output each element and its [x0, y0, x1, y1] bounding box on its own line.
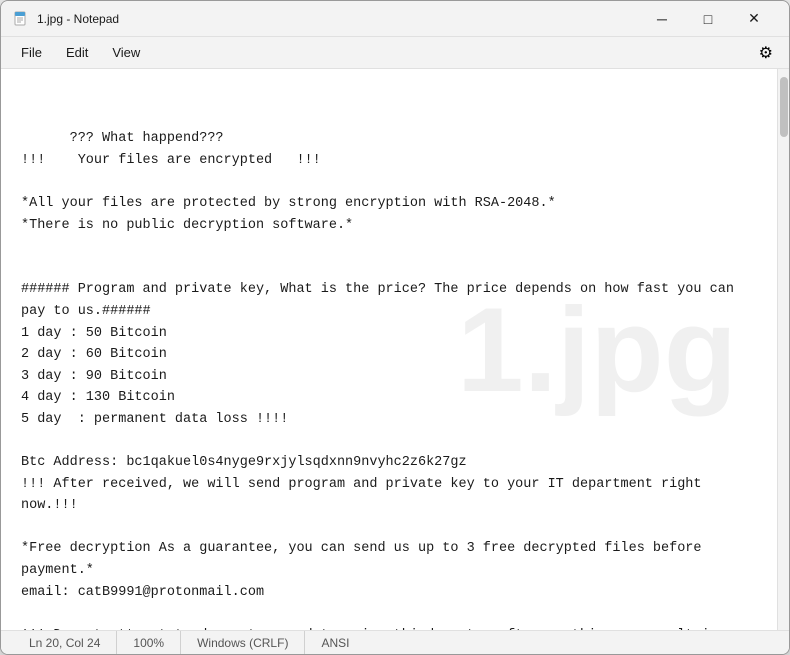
- line-ending: Windows (CRLF): [181, 631, 305, 654]
- maximize-button[interactable]: □: [685, 3, 731, 35]
- title-bar: 1.jpg - Notepad ─ □ ✕: [1, 1, 789, 37]
- settings-button[interactable]: ⚙: [751, 39, 781, 67]
- encoding: ANSI: [305, 631, 365, 654]
- window-title: 1.jpg - Notepad: [37, 12, 639, 26]
- app-icon: [13, 11, 29, 27]
- editor-text: ??? What happend??? !!! Your files are e…: [21, 131, 742, 630]
- scrollbar-thumb[interactable]: [780, 77, 788, 137]
- view-menu[interactable]: View: [100, 41, 152, 64]
- status-bar: Ln 20, Col 24 100% Windows (CRLF) ANSI: [1, 630, 789, 654]
- scrollbar[interactable]: [777, 69, 789, 630]
- line-col-indicator: Ln 20, Col 24: [13, 631, 117, 654]
- editor-area: 1.jpg ??? What happend??? !!! Your files…: [1, 69, 789, 630]
- zoom-level: 100%: [117, 631, 181, 654]
- watermark: 1.jpg: [457, 290, 737, 410]
- file-menu[interactable]: File: [9, 41, 54, 64]
- close-button[interactable]: ✕: [731, 3, 777, 35]
- menu-bar: File Edit View ⚙: [1, 37, 789, 69]
- notepad-window: 1.jpg - Notepad ─ □ ✕ File Edit View ⚙ 1…: [0, 0, 790, 655]
- editor-content[interactable]: 1.jpg ??? What happend??? !!! Your files…: [1, 69, 777, 630]
- minimize-button[interactable]: ─: [639, 3, 685, 35]
- window-controls: ─ □ ✕: [639, 3, 777, 35]
- edit-menu[interactable]: Edit: [54, 41, 100, 64]
